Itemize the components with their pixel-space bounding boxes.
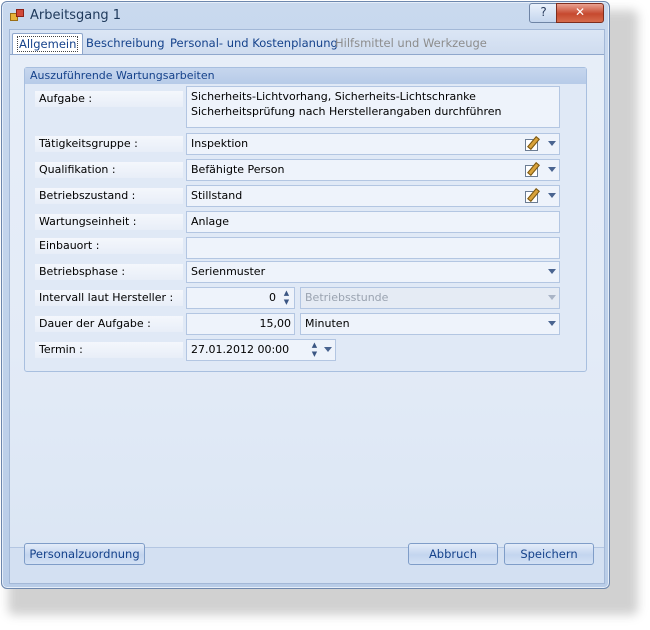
intervall-unit-combo[interactable]: Betriebsstunde bbox=[300, 287, 560, 309]
dauer-field[interactable]: 15,00 bbox=[186, 313, 295, 335]
label-taetigkeitsgruppe: Tätigkeitsgruppe : bbox=[35, 136, 183, 152]
taetigkeitsgruppe-value: Inspektion bbox=[191, 137, 249, 150]
qualifikation-value: Befähigte Person bbox=[191, 163, 285, 176]
chevron-down-icon[interactable] bbox=[548, 295, 556, 300]
help-button[interactable]: ? bbox=[529, 3, 558, 23]
tab-personal-kostenplanung[interactable]: Personal- und Kostenplanung bbox=[166, 34, 342, 52]
spin-icon[interactable]: ▲ ▼ bbox=[310, 341, 319, 359]
intervall-spinner[interactable]: 0 ▲ ▼ bbox=[186, 287, 295, 309]
label-einbauort: Einbauort : bbox=[35, 238, 183, 254]
betriebsphase-combo[interactable]: Serienmuster bbox=[186, 261, 560, 283]
tab-page-allgemein: Auszuführende Wartungsarbeiten Aufgabe :… bbox=[10, 55, 604, 548]
title-bar: Arbeitsgang 1 ? ✕ bbox=[2, 2, 609, 30]
qualifikation-combo[interactable]: Befähigte Person bbox=[186, 159, 560, 181]
dialog-client: Allgemein Beschreibung Personal- und Kos… bbox=[9, 29, 605, 584]
label-dauer: Dauer der Aufgabe : bbox=[35, 316, 183, 332]
tab-beschreibung[interactable]: Beschreibung bbox=[82, 34, 169, 52]
abbruch-button[interactable]: Abbruch bbox=[408, 543, 498, 565]
app-icon bbox=[10, 9, 24, 22]
betriebszustand-combo[interactable]: Stillstand bbox=[186, 185, 560, 207]
label-betriebszustand: Betriebszustand : bbox=[35, 188, 183, 204]
tab-allgemein[interactable]: Allgemein bbox=[12, 33, 84, 54]
label-aufgabe: Aufgabe : bbox=[35, 91, 183, 107]
group-wartungsarbeiten: Auszuführende Wartungsarbeiten Aufgabe :… bbox=[24, 67, 587, 372]
tab-strip: Allgemein Beschreibung Personal- und Kos… bbox=[10, 30, 604, 55]
edit-icon[interactable] bbox=[525, 188, 540, 203]
label-wartungseinheit: Wartungseinheit : bbox=[35, 214, 183, 230]
close-button[interactable]: ✕ bbox=[556, 3, 604, 23]
edit-icon[interactable] bbox=[525, 136, 540, 151]
chevron-down-icon[interactable] bbox=[548, 193, 556, 198]
label-intervall: Intervall laut Hersteller : bbox=[35, 290, 183, 306]
label-qualifikation: Qualifikation : bbox=[35, 162, 183, 178]
intervall-value: 0 bbox=[269, 291, 276, 304]
group-title: Auszuführende Wartungsarbeiten bbox=[25, 68, 586, 84]
dauer-unit-combo[interactable]: Minuten bbox=[300, 313, 560, 335]
dialog-window: Arbeitsgang 1 ? ✕ Allgemein Beschreibung… bbox=[1, 1, 610, 589]
termin-value: 27.01.2012 00:00 bbox=[191, 343, 290, 356]
termin-datetime[interactable]: 27.01.2012 00:00 ▲ ▼ bbox=[186, 339, 336, 361]
chevron-down-icon[interactable] bbox=[548, 269, 556, 274]
wartungseinheit-field[interactable]: Anlage bbox=[186, 211, 560, 233]
spin-icon[interactable]: ▲ ▼ bbox=[282, 289, 291, 307]
tab-hilfsmittel-werkzeuge[interactable]: Hilfsmittel und Werkzeuge bbox=[331, 34, 491, 52]
personalzuordnung-button[interactable]: Personalzuordnung bbox=[24, 543, 145, 565]
speichern-button[interactable]: Speichern bbox=[504, 543, 594, 565]
chevron-down-icon[interactable] bbox=[548, 141, 556, 146]
window-title: Arbeitsgang 1 bbox=[30, 8, 122, 23]
intervall-unit-value: Betriebsstunde bbox=[305, 291, 389, 304]
label-betriebsphase: Betriebsphase : bbox=[35, 264, 183, 280]
edit-icon[interactable] bbox=[525, 162, 540, 177]
chevron-down-icon[interactable] bbox=[548, 167, 556, 172]
betriebszustand-value: Stillstand bbox=[191, 189, 243, 202]
taetigkeitsgruppe-combo[interactable]: Inspektion bbox=[186, 133, 560, 155]
einbauort-field[interactable] bbox=[186, 237, 560, 259]
betriebsphase-value: Serienmuster bbox=[191, 265, 266, 278]
chevron-down-icon[interactable] bbox=[548, 321, 556, 326]
label-termin: Termin : bbox=[35, 342, 183, 358]
chevron-down-icon[interactable] bbox=[324, 347, 332, 352]
dauer-unit-value: Minuten bbox=[305, 317, 350, 330]
aufgabe-field[interactable]: Sicherheits-Lichtvorhang, Sicherheits-Li… bbox=[186, 86, 560, 128]
